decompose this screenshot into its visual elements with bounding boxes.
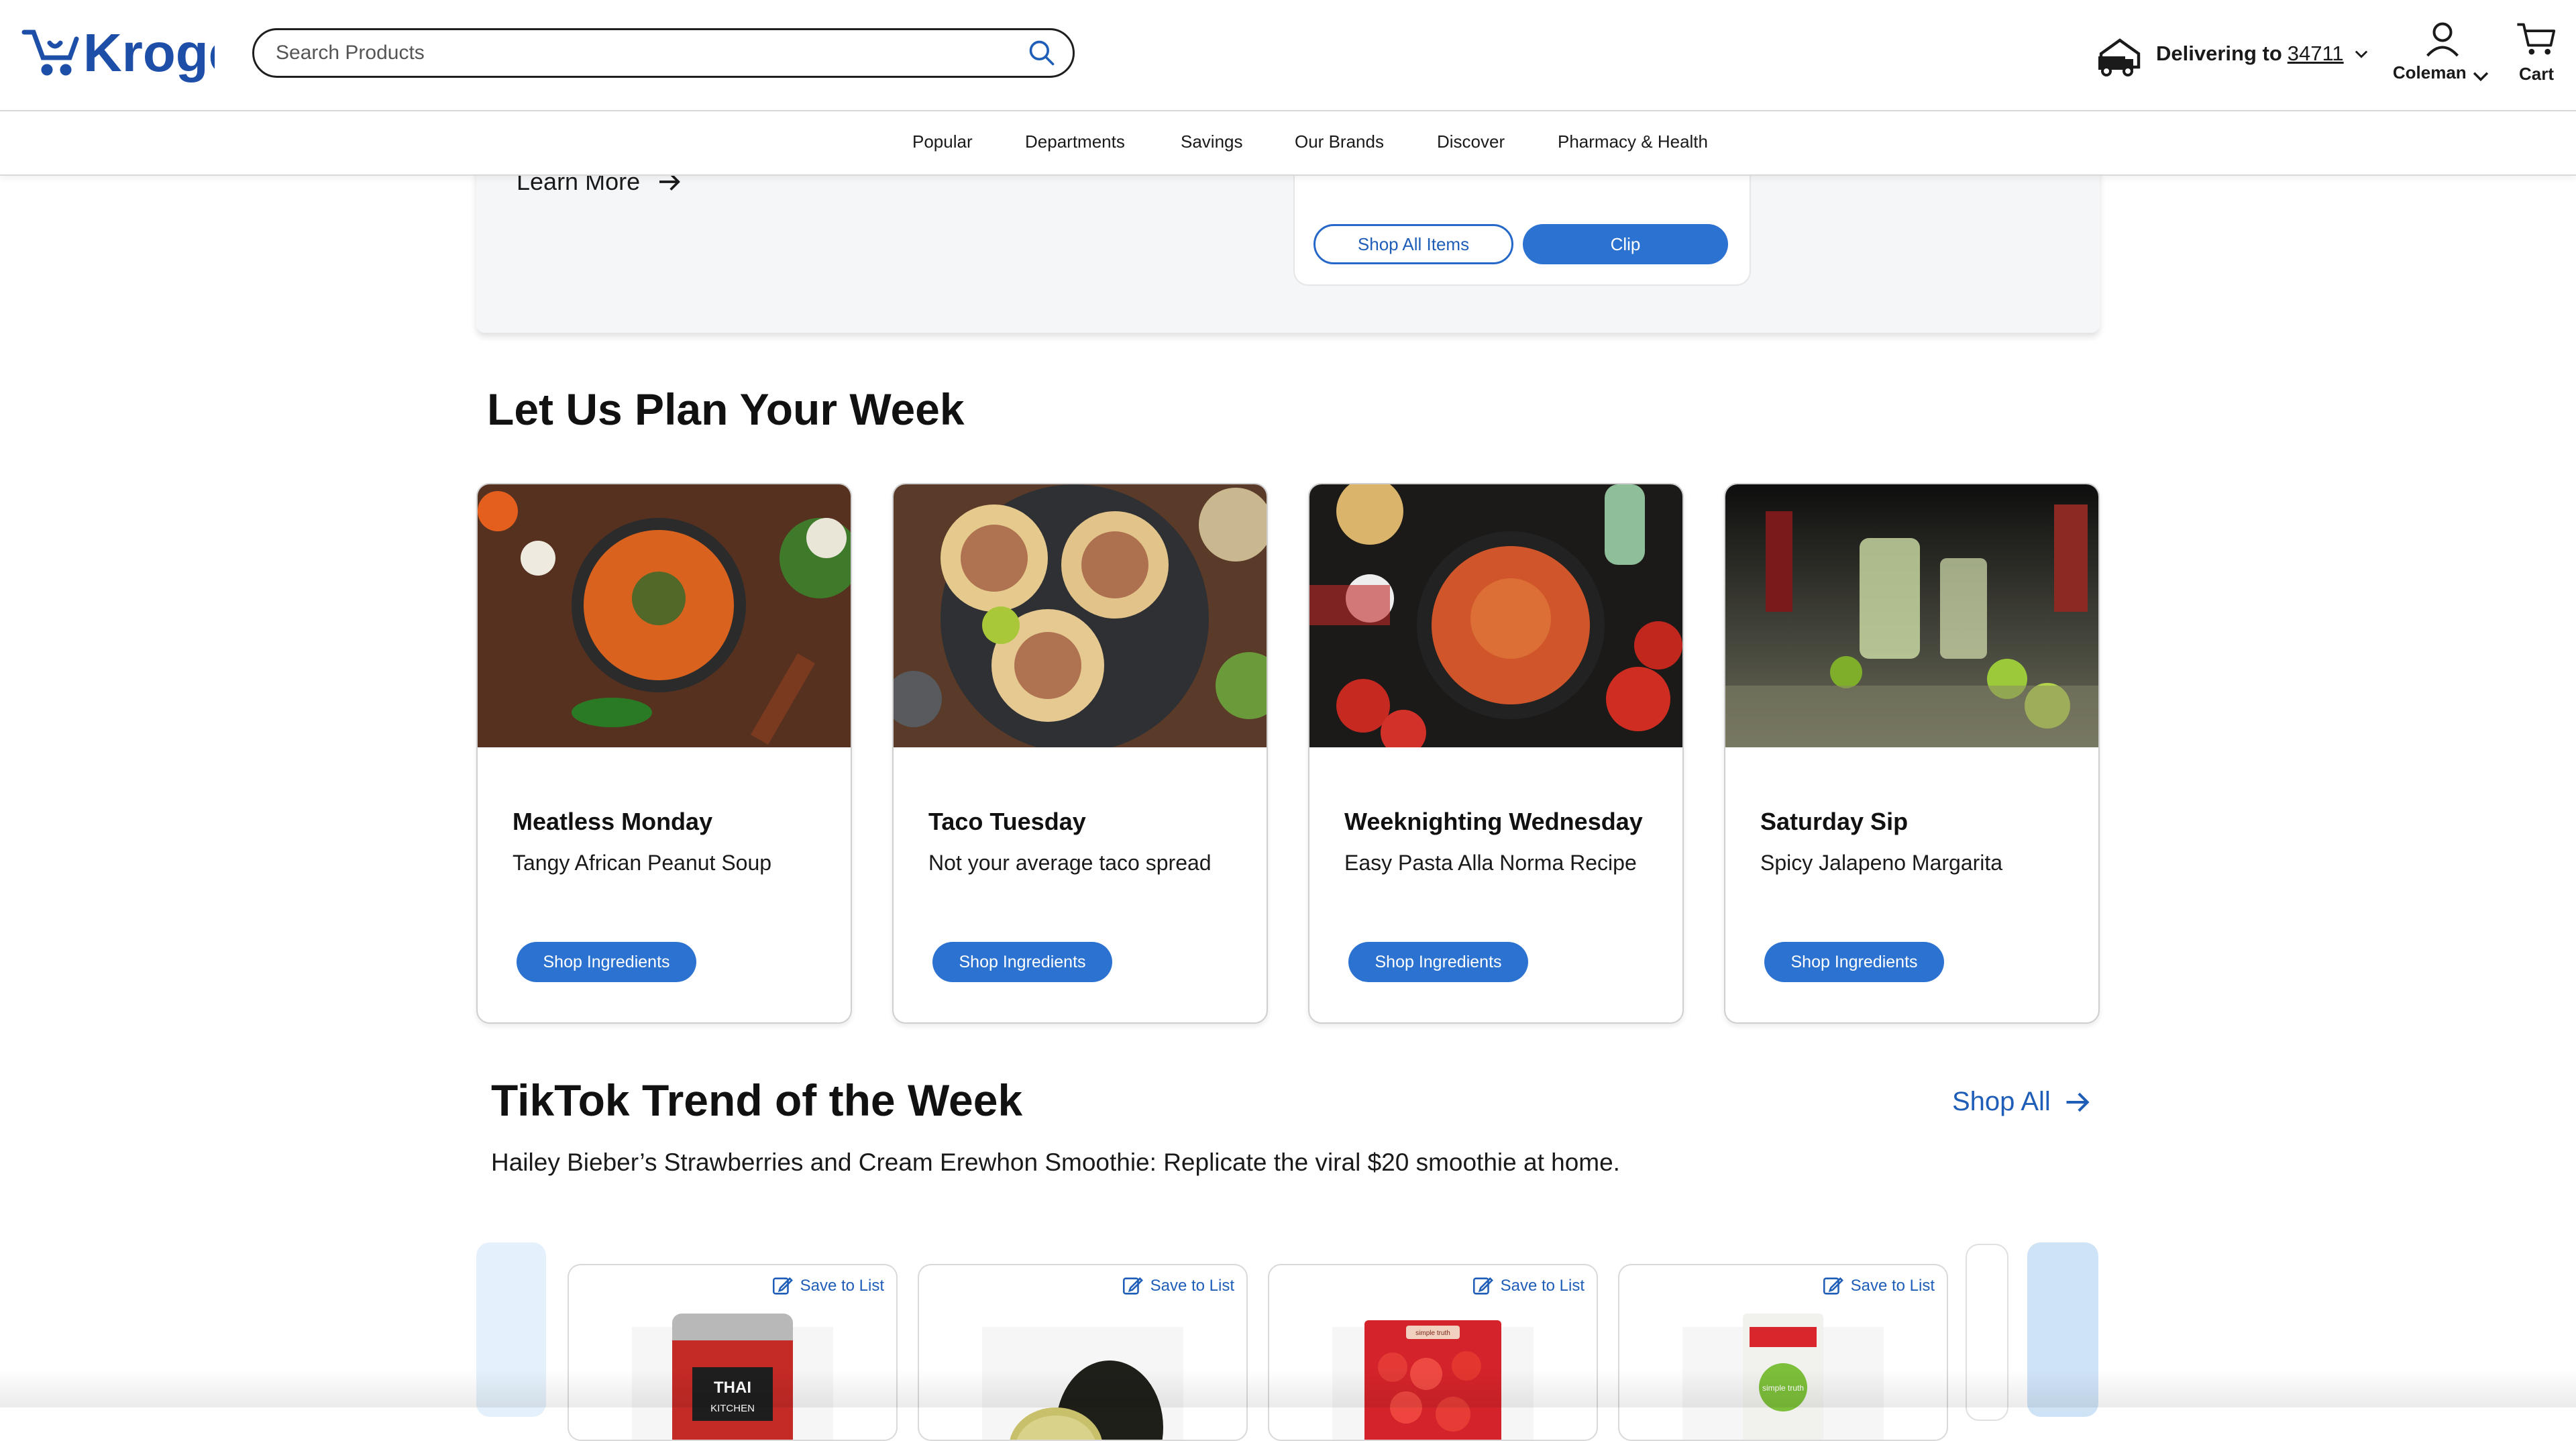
svg-text:THAI: THAI bbox=[714, 1379, 751, 1397]
product-card[interactable]: Save to List simple truth bbox=[1618, 1264, 1948, 1441]
delivery-selector[interactable]: Delivering to 34711 bbox=[2096, 27, 2371, 81]
recipe-subtitle: Easy Pasta Alla Norma Recipe bbox=[1344, 851, 1637, 875]
save-to-list-label: Save to List bbox=[1500, 1277, 1585, 1295]
chevron-down-icon[interactable] bbox=[2469, 64, 2492, 87]
save-to-list-button[interactable]: Save to List bbox=[1121, 1275, 1234, 1297]
recipe-title: Saturday Sip bbox=[1760, 808, 1909, 835]
nav-item-pharmacy-health[interactable]: Pharmacy & Health bbox=[1558, 131, 1708, 152]
nav-item-discover[interactable]: Discover bbox=[1437, 131, 1505, 152]
nav-item-popular[interactable]: Popular bbox=[912, 131, 973, 152]
recipe-title: Taco Tuesday bbox=[928, 808, 1086, 835]
cart-label: Cart bbox=[2518, 64, 2554, 84]
save-to-list-label: Save to List bbox=[1150, 1277, 1234, 1295]
shop-ingredients-button[interactable]: Shop Ingredients bbox=[1764, 942, 1944, 982]
shop-ingredients-button[interactable]: Shop Ingredients bbox=[932, 942, 1112, 982]
cart-icon bbox=[2517, 23, 2556, 55]
recipe-image-margarita bbox=[1725, 484, 2098, 747]
product-image-coconut-milk: THAI KITCHEN bbox=[632, 1314, 833, 1440]
delivery-truck-icon bbox=[2098, 38, 2141, 76]
section-title-plan-week: Let Us Plan Your Week bbox=[487, 384, 965, 434]
kroger-logo[interactable]: Kroger bbox=[20, 16, 215, 94]
recipe-card-meatless-monday[interactable]: Meatless Monday Tangy African Peanut Sou… bbox=[476, 483, 852, 1024]
nav-item-departments[interactable]: Departments bbox=[1025, 131, 1125, 152]
product-card[interactable]: Save to List bbox=[918, 1264, 1248, 1441]
save-to-list-label: Save to List bbox=[800, 1277, 884, 1295]
section-title-tiktok-trend: TikTok Trend of the Week bbox=[491, 1075, 1023, 1125]
user-icon bbox=[2426, 22, 2459, 57]
arrow-right-icon bbox=[2066, 1092, 2090, 1112]
recipe-title: Weeknighting Wednesday bbox=[1344, 808, 1643, 835]
recipe-card-taco-tuesday[interactable]: Taco Tuesday Not your average taco sprea… bbox=[892, 483, 1268, 1024]
shop-all-items-button[interactable]: Shop All Items bbox=[1313, 224, 1513, 264]
cart-button[interactable]: Cart bbox=[2508, 19, 2565, 93]
shop-ingredients-button[interactable]: Shop Ingredients bbox=[1348, 942, 1528, 982]
main-nav: Popular Departments Savings Our Brands D… bbox=[0, 111, 2576, 176]
shop-all-link[interactable]: Shop All bbox=[1952, 1087, 2092, 1117]
edit-list-icon bbox=[1823, 1277, 1843, 1295]
save-to-list-button[interactable]: Save to List bbox=[771, 1275, 884, 1297]
account-name: Coleman bbox=[2392, 62, 2467, 83]
svg-text:KITCHEN: KITCHEN bbox=[710, 1403, 755, 1414]
edit-list-icon bbox=[772, 1277, 793, 1295]
recipe-image-tacos bbox=[894, 484, 1267, 747]
delivery-label: Delivering to 34711 bbox=[2156, 42, 2344, 65]
shop-ingredients-button[interactable]: Shop Ingredients bbox=[517, 942, 696, 982]
delivery-zip[interactable]: 34711 bbox=[2288, 42, 2344, 65]
search-input[interactable] bbox=[274, 41, 1027, 65]
clip-button[interactable]: Clip bbox=[1523, 224, 1728, 264]
recipe-card-weeknighting-wednesday[interactable]: Weeknighting Wednesday Easy Pasta Alla N… bbox=[1308, 483, 1684, 1024]
product-image-milk-carton: simple truth bbox=[1682, 1314, 1884, 1440]
site-header: Kroger Delivering to34711 Coleman bbox=[0, 0, 2576, 111]
nav-item-savings[interactable]: Savings bbox=[1181, 131, 1243, 152]
carousel-scroll-right[interactable] bbox=[2027, 1242, 2098, 1417]
product-card[interactable]: Save to List simple truth bbox=[1268, 1264, 1598, 1441]
save-to-list-button[interactable]: Save to List bbox=[1471, 1275, 1585, 1297]
account-menu[interactable]: Coleman bbox=[2392, 19, 2493, 93]
save-to-list-label: Save to List bbox=[1850, 1277, 1935, 1295]
search-icon[interactable] bbox=[1027, 38, 1057, 68]
recipe-image-pasta bbox=[1309, 484, 1682, 747]
chevron-down-icon[interactable] bbox=[2352, 44, 2371, 63]
svg-text:simple truth: simple truth bbox=[1415, 1330, 1450, 1337]
nav-item-our-brands[interactable]: Our Brands bbox=[1295, 131, 1384, 152]
product-image-avocado bbox=[982, 1327, 1183, 1440]
product-card-peek bbox=[1966, 1244, 2008, 1421]
product-image-strawberries: simple truth bbox=[1332, 1320, 1534, 1440]
recipe-subtitle: Spicy Jalapeno Margarita bbox=[1760, 851, 2003, 875]
recipe-image-peanut-soup bbox=[478, 484, 851, 747]
carousel-scroll-left[interactable] bbox=[476, 1242, 546, 1417]
tiktok-description: Hailey Bieber’s Strawberries and Cream E… bbox=[491, 1149, 1620, 1176]
svg-text:simple truth: simple truth bbox=[1762, 1383, 1804, 1393]
shop-all-label: Shop All bbox=[1952, 1087, 2051, 1116]
recipe-subtitle: Tangy African Peanut Soup bbox=[513, 851, 772, 875]
recipe-title: Meatless Monday bbox=[513, 808, 713, 835]
recipe-subtitle: Not your average taco spread bbox=[928, 851, 1212, 875]
save-to-list-button[interactable]: Save to List bbox=[1821, 1275, 1935, 1297]
edit-list-icon bbox=[1122, 1277, 1143, 1295]
recipe-card-saturday-sip[interactable]: Saturday Sip Spicy Jalapeno Margarita Sh… bbox=[1724, 483, 2100, 1024]
product-card[interactable]: Save to List THAI KITCHEN bbox=[568, 1264, 898, 1441]
edit-list-icon bbox=[1472, 1277, 1493, 1295]
kroger-logo-text: Kroger bbox=[83, 23, 215, 83]
search-bar[interactable] bbox=[252, 28, 1075, 78]
